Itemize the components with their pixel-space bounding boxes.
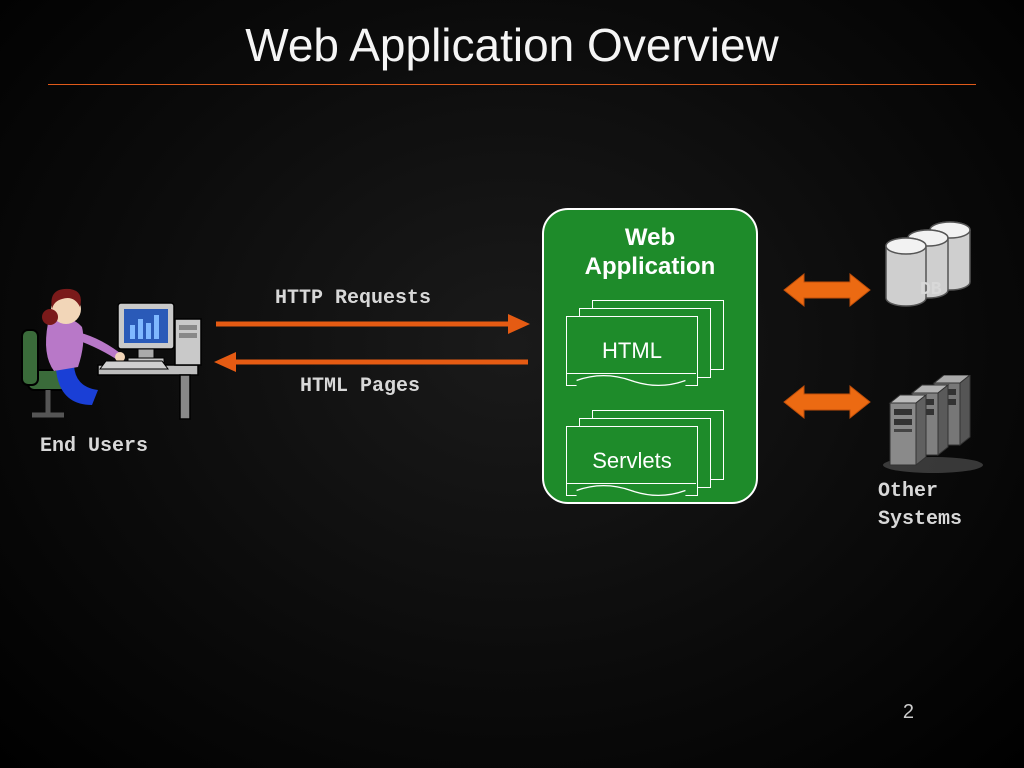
diagram-canvas: End Users HTTP Requests HTML Pages Web A… <box>0 0 1024 768</box>
arrow-to-other-systems <box>782 382 872 422</box>
other-systems-icon <box>878 375 988 480</box>
other-systems-label: Other Systems <box>878 478 962 534</box>
db-label: DB <box>920 280 942 300</box>
servlets-stack: Servlets <box>566 410 734 494</box>
end-user-illustration <box>20 275 205 430</box>
http-requests-label: HTTP Requests <box>275 287 431 310</box>
arrow-http-requests <box>212 310 532 338</box>
end-users-label: End Users <box>40 435 148 458</box>
servlets-block-label: Servlets <box>592 448 671 474</box>
page-number: 2 <box>903 701 914 724</box>
arrow-html-pages <box>212 348 532 376</box>
web-application-box: Web Application HTML Servlets <box>542 208 758 504</box>
web-application-title: Web Application <box>560 224 740 282</box>
arrow-to-db <box>782 270 872 310</box>
html-block-label: HTML <box>602 338 662 364</box>
html-stack: HTML <box>566 300 734 384</box>
html-pages-label: HTML Pages <box>300 375 420 398</box>
